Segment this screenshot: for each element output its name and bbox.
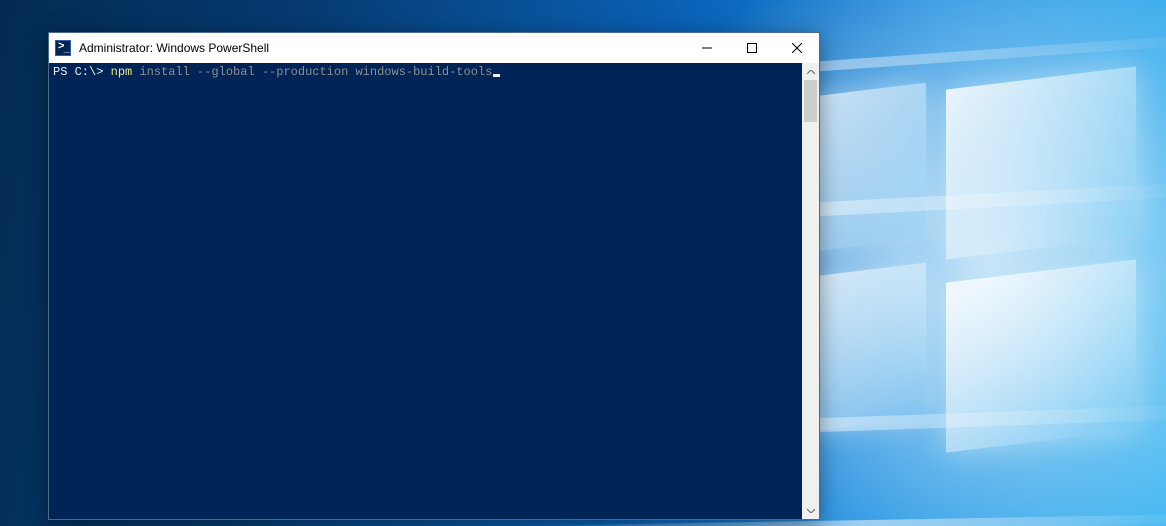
window-titlebar[interactable]: Administrator: Windows PowerShell [49, 33, 819, 63]
powershell-window[interactable]: Administrator: Windows PowerShell PS C:\… [48, 32, 820, 520]
text-cursor [493, 74, 500, 77]
window-client-area: PS C:\> npm install --global --productio… [49, 63, 819, 519]
minimize-icon [702, 43, 712, 53]
maximize-icon [747, 43, 757, 53]
close-icon [792, 43, 802, 53]
close-button[interactable] [774, 33, 819, 63]
chevron-up-icon [807, 70, 815, 74]
minimize-button[interactable] [684, 33, 729, 63]
windows-desktop: Administrator: Windows PowerShell PS C:\… [0, 0, 1166, 526]
app-icon [49, 40, 77, 56]
command-args: install --global --production [139, 65, 348, 79]
vertical-scrollbar[interactable] [802, 63, 819, 519]
scroll-up-button[interactable] [802, 63, 819, 80]
console-output[interactable]: PS C:\> npm install --global --productio… [49, 63, 802, 519]
window-title: Administrator: Windows PowerShell [77, 41, 684, 55]
scroll-down-button[interactable] [802, 502, 819, 519]
powershell-icon [55, 40, 71, 56]
maximize-button[interactable] [729, 33, 774, 63]
scroll-thumb[interactable] [804, 80, 817, 122]
chevron-down-icon [807, 509, 815, 513]
window-controls [684, 33, 819, 63]
command-package: windows-build-tools [355, 65, 492, 79]
command-text: npm [111, 65, 133, 79]
prompt-text: PS C:\> [53, 65, 103, 79]
